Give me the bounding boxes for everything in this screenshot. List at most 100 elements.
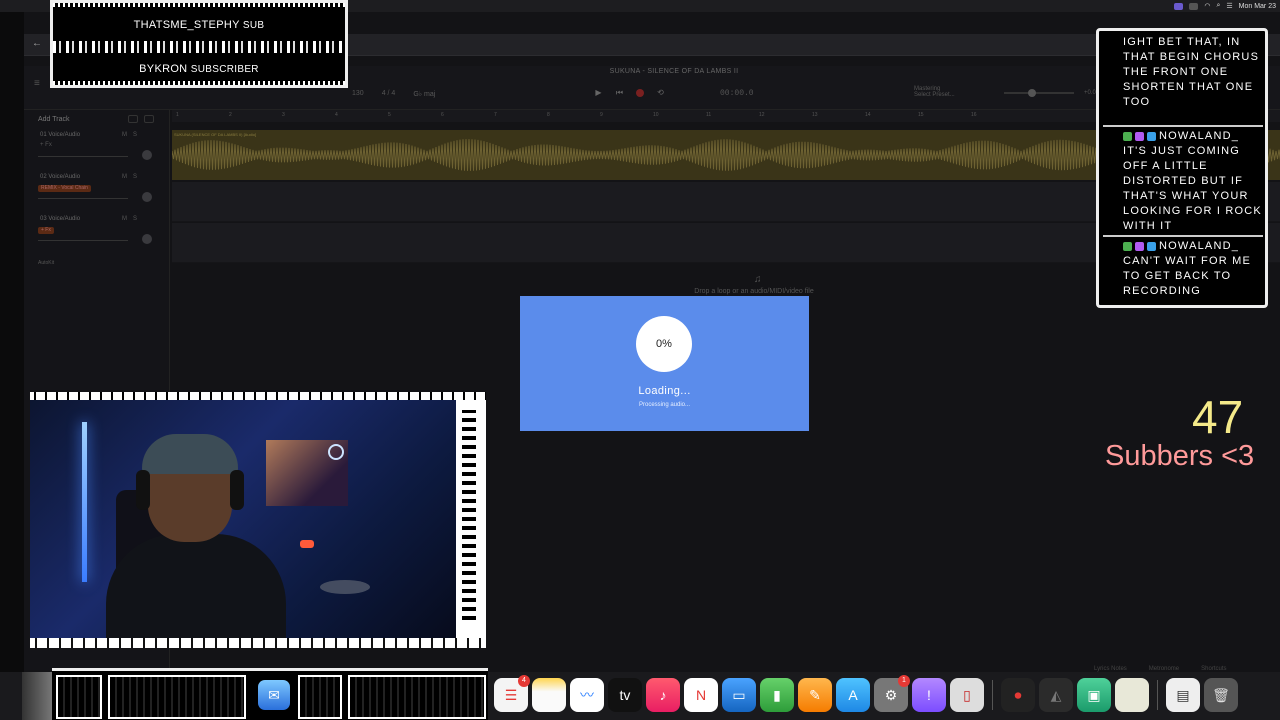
ruler-tick: 12 — [759, 112, 765, 118]
torn-edge — [53, 3, 345, 7]
solo-button[interactable]: S — [133, 132, 137, 138]
streamer — [106, 430, 286, 638]
master-volume-handle[interactable] — [1028, 89, 1036, 97]
mute-button[interactable]: M — [122, 132, 127, 138]
loading-subtitle: Processing audio... — [638, 402, 691, 408]
solo-button[interactable]: S — [133, 216, 137, 222]
rewind-icon[interactable]: ⏮ — [615, 88, 624, 97]
numbers-icon[interactable]: ▮ — [760, 678, 794, 712]
iphone-mirroring-icon[interactable]: ▯ — [950, 678, 984, 712]
ruler-tick: 2 — [229, 112, 232, 118]
mastering-preset[interactable]: Mastering Select Preset... — [914, 86, 955, 98]
document-icon[interactable]: ▤ — [1166, 678, 1200, 712]
torn-edge — [30, 392, 486, 400]
chat-message: IGHT BET THAT, IN THAT BEGIN CHORUS THE … — [1123, 35, 1265, 110]
menu-extra-icon[interactable] — [1174, 2, 1184, 10]
track-effect-tag[interactable]: + Fx — [38, 227, 54, 234]
dock-separator — [992, 680, 993, 710]
reminders-icon[interactable]: ☰ 4 — [494, 675, 530, 712]
ruler-tick: 5 — [388, 112, 391, 118]
record-icon[interactable] — [636, 88, 644, 97]
ruler-tick: 1 — [176, 112, 179, 118]
edit-icon[interactable] — [128, 115, 138, 123]
mail-icon[interactable]: ✉ — [258, 680, 290, 710]
badge-icon — [1123, 132, 1132, 141]
logic-icon[interactable]: ◭ — [1039, 678, 1073, 712]
timecode: 00:00.0 — [720, 89, 754, 98]
pages-icon[interactable]: ✎ — [798, 678, 832, 712]
subscriber-line-2: BYKRON SUBSCRIBER — [53, 63, 345, 75]
chat-text: IT'S JUST COMING OFF A LITTLE DISTORTED … — [1123, 145, 1262, 232]
ruler-tick: 6 — [441, 112, 444, 118]
menu-icon[interactable]: ≡ — [34, 78, 40, 89]
system-settings-icon[interactable]: ⚙ 1 — [874, 675, 910, 712]
track-3[interactable]: 03 Voice/Audio + Fx MS — [32, 216, 158, 254]
track-fx-button[interactable]: + Fx — [40, 142, 52, 148]
track-effect-tag[interactable]: REMIX - Vocal Chain — [38, 185, 91, 192]
track-2[interactable]: 02 Voice/Audio REMIX - Vocal Chain MS — [32, 174, 158, 212]
ruler-tick: 16 — [971, 112, 977, 118]
grid-icon[interactable] — [144, 115, 154, 123]
chat-overlay: IGHT BET THAT, IN THAT BEGIN CHORUS THE … — [1096, 28, 1268, 308]
mute-solo[interactable]: MS — [122, 132, 137, 138]
apple-tv-icon[interactable]: tv — [608, 678, 642, 712]
record-status-icon[interactable] — [1189, 2, 1199, 10]
tempo-info: 130 4 / 4 G♭ maj — [352, 90, 435, 98]
track-fader[interactable] — [38, 156, 128, 157]
ruler-tick: 7 — [494, 112, 497, 118]
ruler-tick: 15 — [918, 112, 924, 118]
pan-knob[interactable] — [142, 192, 152, 202]
badge-icon — [1147, 242, 1156, 251]
search-icon[interactable]: ⌕ — [1216, 2, 1220, 10]
streaming-app-icon[interactable]: ▣ — [1077, 678, 1111, 712]
add-track-button[interactable]: Add Track — [38, 116, 70, 123]
torn-segment — [108, 675, 246, 719]
track-fader[interactable] — [38, 198, 128, 199]
dock-app-partial[interactable] — [22, 672, 52, 720]
trash-icon[interactable]: 🗑 — [1204, 678, 1238, 712]
notes-icon[interactable] — [532, 678, 566, 712]
chat-username: NOWALAND_ — [1159, 130, 1240, 142]
pan-knob[interactable] — [142, 150, 152, 160]
menu-bar-status: ◠ ⌕ ☰ Mon Mar 23 — [1174, 0, 1276, 12]
freeform-icon[interactable]: 〰 — [570, 678, 604, 712]
mute-button[interactable]: M — [122, 174, 127, 180]
feedback-icon[interactable]: ! — [912, 678, 946, 712]
bpm-value[interactable]: 130 — [352, 90, 364, 98]
keynote-icon[interactable]: ▭ — [722, 678, 756, 712]
clock-text[interactable]: Mon Mar 23 — [1239, 3, 1276, 10]
settings-badge: 1 — [898, 675, 910, 687]
key-signature[interactable]: G♭ maj — [413, 90, 435, 98]
loop-icon[interactable]: ⟲ — [656, 88, 665, 97]
led-light — [82, 422, 87, 582]
pan-knob[interactable] — [142, 234, 152, 244]
notes-window-icon[interactable] — [1115, 678, 1149, 712]
track-fader[interactable] — [38, 240, 128, 241]
mute-button[interactable]: M — [122, 216, 127, 222]
music-icon[interactable]: ♪ — [646, 678, 680, 712]
audio-app-icon[interactable]: ⏺ — [1001, 678, 1035, 712]
chat-message: NOWALAND_ IT'S JUST COMING OFF A LITTLE … — [1123, 129, 1265, 234]
mute-solo[interactable]: MS — [122, 216, 137, 222]
back-arrow-icon[interactable]: ← — [32, 38, 42, 49]
control-center-icon[interactable]: ☰ — [1226, 2, 1232, 10]
autokit-track[interactable]: AutoKit — [38, 260, 54, 266]
app-store-icon[interactable]: A — [836, 678, 870, 712]
solo-button[interactable]: S — [133, 174, 137, 180]
subscriber-name-1: THATSME_STEPHY — [133, 19, 240, 31]
news-icon[interactable]: N — [684, 678, 718, 712]
mute-solo[interactable]: MS — [122, 174, 137, 180]
desk-light — [300, 540, 314, 548]
mastering-preset-select[interactable]: Select Preset... — [914, 92, 955, 98]
subscriber-banner: THATSME_STEPHY SUB BYKRON SUBSCRIBER — [50, 0, 348, 88]
track-1[interactable]: 01 Voice/Audio + Fx MS — [32, 132, 158, 170]
master-volume-slider[interactable] — [1004, 92, 1074, 94]
track-name: 02 Voice/Audio — [40, 174, 81, 180]
dock-separator — [1157, 680, 1158, 710]
song-title[interactable]: SUKUNA - SILENCE OF DA LAMBS II — [584, 68, 764, 75]
play-icon[interactable]: ▶ — [594, 88, 603, 97]
progress-circle: 0% — [636, 316, 692, 372]
wifi-icon[interactable]: ◠ — [1204, 2, 1210, 10]
badge-icon — [1123, 242, 1132, 251]
time-signature[interactable]: 4 / 4 — [382, 90, 396, 98]
